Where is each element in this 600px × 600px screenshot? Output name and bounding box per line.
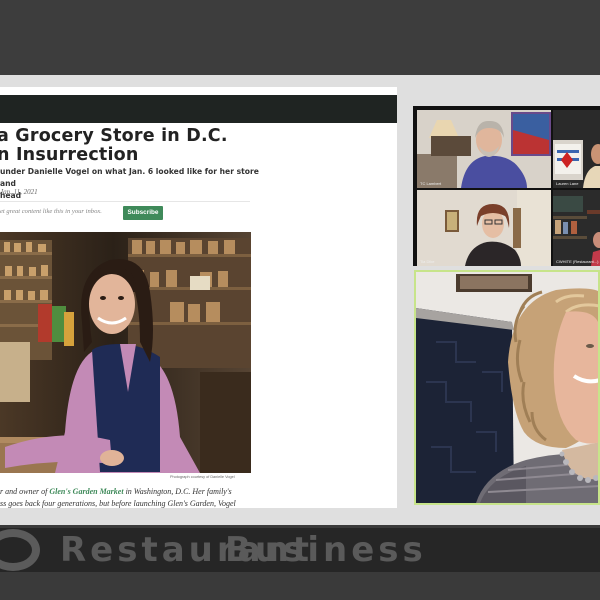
article-date: Jan. 11, 2021 xyxy=(0,188,38,196)
participant-video xyxy=(417,190,551,266)
video-gallery: TC Lambert Lauren Lane Tia Dike CWHITE (… xyxy=(413,106,600,266)
participant-name-label: TC Lambert xyxy=(420,181,442,186)
site-header-bar xyxy=(0,95,397,123)
body-text-segment: r and owner of xyxy=(0,487,50,496)
footer-logo-word-2: Business xyxy=(225,530,427,570)
divider xyxy=(0,201,250,202)
active-speaker-video[interactable] xyxy=(416,272,600,503)
participant-tile-4[interactable]: CWHITE (Restaurant...) xyxy=(553,190,600,266)
headline-line-1: a Grocery Store in D.C. xyxy=(0,126,228,146)
headline-line-2: n Insurrection xyxy=(0,145,139,165)
body-line-2: ss goes back four generations, but befor… xyxy=(0,499,236,508)
dek-line-1: under Danielle Vogel on what Jan. 6 look… xyxy=(0,167,259,188)
participant-tile-1[interactable]: TC Lambert xyxy=(417,110,551,188)
article-headline: a Grocery Store in D.C. n Insurrection xyxy=(0,127,387,165)
grocer-photo-illustration xyxy=(0,232,251,473)
participant-tile-3[interactable]: Tia Dike xyxy=(417,190,551,266)
article-photo xyxy=(0,232,251,473)
participant-tile-2[interactable]: Lauren Lane xyxy=(553,110,600,188)
participant-name-label: Lauren Lane xyxy=(556,181,579,186)
participant-video xyxy=(417,110,551,188)
store-link[interactable]: Glen's Garden Market xyxy=(49,487,123,496)
top-letterbox xyxy=(0,0,600,75)
article-dek: under Danielle Vogel on what Jan. 6 look… xyxy=(0,166,270,202)
participant-video xyxy=(553,110,600,188)
photo-credit: Photograph courtesy of Danielle Vogel xyxy=(170,475,235,479)
article-body: r and owner of Glen's Garden Market in W… xyxy=(0,486,250,508)
shared-article-window: a Grocery Store in D.C. n Insurrection u… xyxy=(0,87,397,508)
participant-name-label: Tia Dike xyxy=(420,259,435,264)
body-line-1: r and owner of Glen's Garden Market in W… xyxy=(0,486,250,498)
participant-video xyxy=(553,190,600,266)
participant-name-label: CWHITE (Restaurant...) xyxy=(556,259,599,264)
subscribe-button[interactable]: Subscribe xyxy=(123,206,163,220)
body-text-segment: in Washington, D.C. Her family's xyxy=(123,487,232,496)
speaker-video-feed xyxy=(416,272,600,503)
newsletter-prompt: et great content like this in your inbox… xyxy=(0,208,102,215)
